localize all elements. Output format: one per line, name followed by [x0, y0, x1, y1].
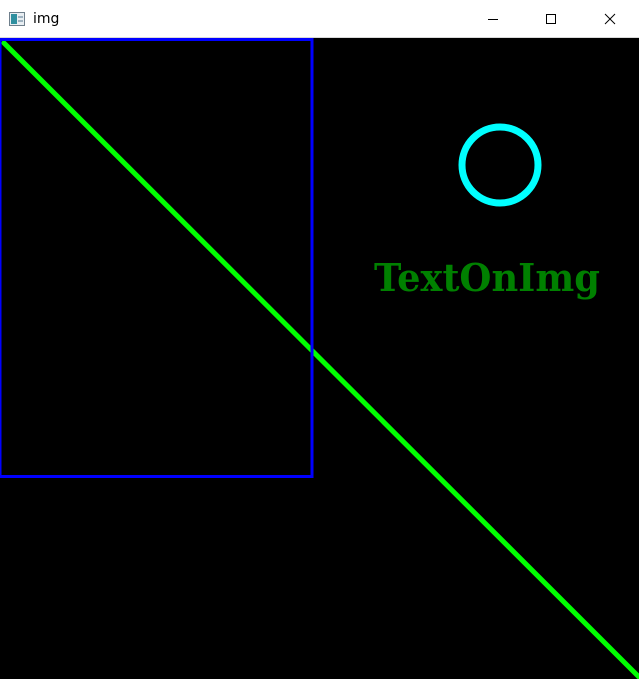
window-title: img	[33, 11, 60, 27]
minimize-button[interactable]	[470, 0, 516, 37]
window-app-icon	[9, 11, 25, 26]
image-canvas: TextOnImg	[0, 38, 639, 679]
title-bar[interactable]: img	[0, 0, 639, 38]
overlay-text: TextOnImg	[374, 255, 600, 300]
minimize-icon	[487, 13, 499, 25]
maximize-button[interactable]	[528, 0, 574, 37]
close-button[interactable]	[587, 0, 633, 37]
image-window: img TextOnImg	[0, 0, 639, 679]
close-icon	[604, 13, 616, 25]
maximize-icon	[545, 13, 557, 25]
